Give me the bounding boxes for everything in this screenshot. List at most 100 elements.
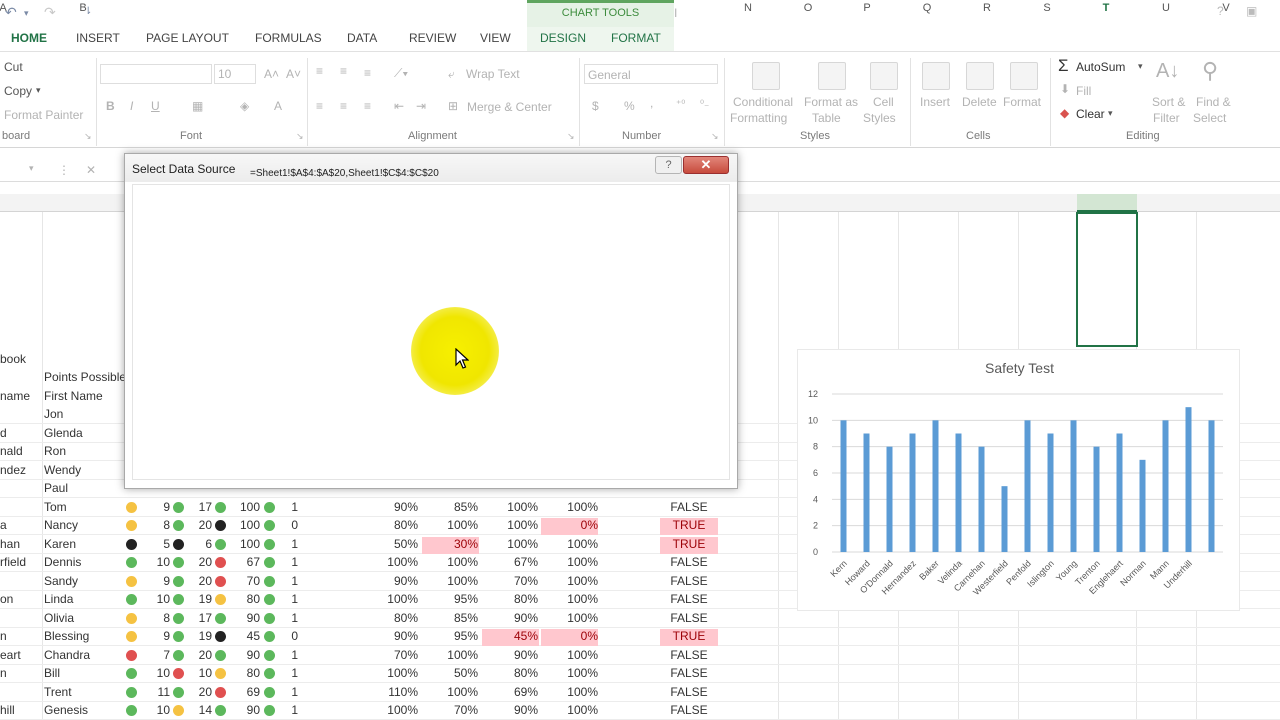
cell-percent[interactable]: 100%: [540, 574, 598, 588]
column-header-s[interactable]: S: [1037, 2, 1057, 14]
cell-last-name[interactable]: rfield: [0, 555, 26, 569]
cell-score[interactable]: 17: [186, 500, 212, 514]
cell-result[interactable]: TRUE: [660, 537, 718, 551]
cell-score[interactable]: 9: [140, 574, 170, 588]
cell-last-name[interactable]: ndez: [0, 463, 26, 477]
cell-percent[interactable]: 50%: [420, 666, 478, 680]
format-as-table-icon[interactable]: [818, 62, 846, 90]
cell-percent[interactable]: 100%: [360, 555, 418, 569]
cell-styles-icon[interactable]: [870, 62, 898, 90]
cell-percent[interactable]: 100%: [540, 648, 598, 662]
cell-result[interactable]: TRUE: [660, 629, 718, 643]
cell-first-name[interactable]: Karen: [44, 537, 76, 551]
cell-percent[interactable]: 100%: [540, 685, 598, 699]
cell-score[interactable]: 8: [140, 518, 170, 532]
cell-percent[interactable]: 50%: [360, 537, 418, 551]
cell-score[interactable]: 17: [186, 611, 212, 625]
cell-percent[interactable]: 80%: [360, 518, 418, 532]
increase-decimal-icon[interactable]: ⁺⁰: [676, 99, 685, 110]
cell-percent[interactable]: 100%: [420, 648, 478, 662]
column-header-v[interactable]: V: [1216, 2, 1236, 14]
cell-percent[interactable]: 85%: [420, 611, 478, 625]
cell-first-name[interactable]: Trent: [44, 685, 72, 699]
cell-result[interactable]: FALSE: [660, 703, 718, 717]
tab-home[interactable]: HOME: [11, 31, 47, 45]
cell-score[interactable]: 10: [140, 592, 170, 606]
cell-percent[interactable]: 100%: [540, 500, 598, 514]
cell-last-name[interactable]: han: [0, 537, 20, 551]
cell-score[interactable]: 20: [186, 648, 212, 662]
cell-percent[interactable]: 30%: [420, 537, 478, 551]
wrap-text-icon[interactable]: ⤶: [448, 67, 455, 82]
cell-score[interactable]: 80: [228, 592, 260, 606]
cell-percent[interactable]: 95%: [420, 629, 478, 643]
cell-percent[interactable]: 100%: [540, 555, 598, 569]
cell-score[interactable]: 5: [140, 537, 170, 551]
cell-last-name[interactable]: d: [0, 426, 7, 440]
cell-score[interactable]: 10: [140, 555, 170, 569]
delete-cells-button[interactable]: Delete: [962, 95, 997, 109]
cell-last-name[interactable]: n: [0, 629, 7, 643]
cell-score[interactable]: 100: [228, 537, 260, 551]
cell-percent[interactable]: 100%: [420, 685, 478, 699]
cell-percent[interactable]: 100%: [480, 500, 538, 514]
sort-filter-label-2[interactable]: Filter: [1153, 111, 1180, 125]
cell-score[interactable]: 10: [140, 666, 170, 680]
cell-percent[interactable]: 80%: [480, 592, 538, 606]
bottom-align-icon[interactable]: ≡: [364, 66, 371, 80]
cell-percent[interactable]: 0%: [540, 629, 598, 643]
cell-score[interactable]: 20: [186, 518, 212, 532]
fill-color-icon[interactable]: ◈: [240, 99, 249, 113]
cell-percent[interactable]: 100%: [540, 537, 598, 551]
cell-result[interactable]: FALSE: [660, 555, 718, 569]
copy-button[interactable]: Copy: [4, 84, 32, 98]
cell-flag[interactable]: 1: [278, 611, 298, 625]
cell-score[interactable]: 69: [228, 685, 260, 699]
cell-score[interactable]: 90: [228, 648, 260, 662]
cell-percent[interactable]: 85%: [420, 500, 478, 514]
formula-input[interactable]: [740, 162, 1280, 180]
cell-first-name[interactable]: Olivia: [44, 611, 74, 625]
percent-button[interactable]: %: [624, 99, 635, 113]
cell-first-name[interactable]: Jon: [44, 407, 63, 421]
cell-points-possible[interactable]: Points Possible: [44, 370, 126, 384]
cell-result[interactable]: FALSE: [660, 611, 718, 625]
middle-align-icon[interactable]: ≡: [340, 64, 347, 78]
cell-a-header[interactable]: book: [0, 352, 26, 366]
cell-percent[interactable]: 70%: [480, 574, 538, 588]
cell-last-name[interactable]: on: [0, 592, 13, 606]
cell-last-name[interactable]: hill: [0, 703, 15, 717]
sort-filter-icon[interactable]: A↓: [1156, 60, 1179, 83]
cell-result[interactable]: FALSE: [660, 685, 718, 699]
tab-page-layout[interactable]: PAGE LAYOUT: [146, 31, 229, 45]
cell-score[interactable]: 67: [228, 555, 260, 569]
cell-percent[interactable]: 95%: [420, 592, 478, 606]
increase-indent-icon[interactable]: ⇥: [416, 99, 426, 113]
cell-flag[interactable]: 1: [278, 685, 298, 699]
tab-insert[interactable]: INSERT: [76, 31, 120, 45]
cell-percent[interactable]: 90%: [360, 574, 418, 588]
cell-percent[interactable]: 100%: [480, 518, 538, 532]
column-header-p[interactable]: P: [857, 2, 877, 14]
cell-result[interactable]: FALSE: [660, 574, 718, 588]
cell-styles-label-2[interactable]: Styles: [863, 111, 896, 125]
font-name-box[interactable]: [100, 64, 212, 84]
cell-score[interactable]: 19: [186, 629, 212, 643]
cell-percent[interactable]: 70%: [360, 648, 418, 662]
cell-percent[interactable]: 100%: [540, 611, 598, 625]
cell-last-name[interactable]: n: [0, 666, 7, 680]
autosum-dropdown-icon[interactable]: ▾: [1138, 61, 1143, 72]
decrease-indent-icon[interactable]: ⇤: [394, 99, 404, 113]
conditional-formatting-icon[interactable]: [752, 62, 780, 90]
tab-review[interactable]: REVIEW: [409, 31, 456, 45]
insert-cells-icon[interactable]: [922, 62, 950, 90]
format-cells-icon[interactable]: [1010, 62, 1038, 90]
orientation-icon[interactable]: ⟋▾: [394, 66, 408, 81]
safety-test-chart[interactable]: Safety Test 0 2 4 6 8 10 12 Kern Howard O'Donnald…: [797, 349, 1240, 611]
dialog-help-button[interactable]: ?: [655, 156, 682, 174]
column-header-q[interactable]: Q: [917, 2, 937, 14]
cell-percent[interactable]: 100%: [480, 537, 538, 551]
cell-percent[interactable]: 69%: [480, 685, 538, 699]
cell-score[interactable]: 19: [186, 592, 212, 606]
column-header-a[interactable]: A: [0, 2, 13, 14]
